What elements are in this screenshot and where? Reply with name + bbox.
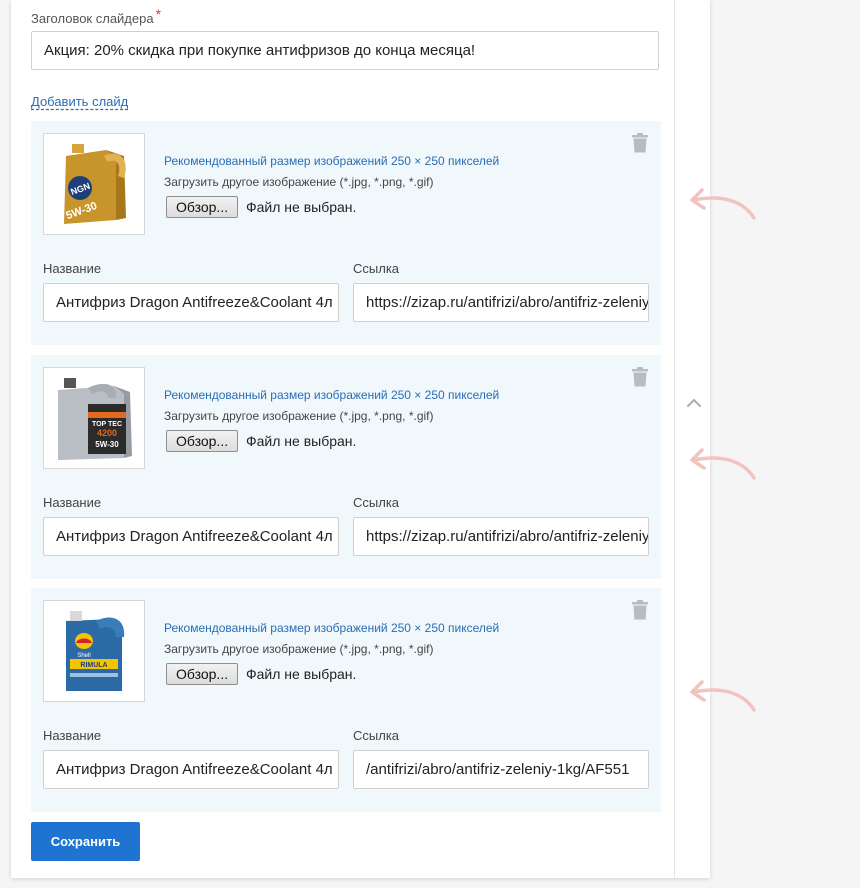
curved-arrow-icon — [690, 680, 756, 712]
required-mark: * — [155, 6, 162, 22]
slide-card-2: TOP TEC 4200 5W-30 Рекомендованный разме… — [31, 355, 661, 579]
link-field-label: Ссылка — [353, 261, 400, 276]
recommended-size-text: Рекомендованный размер изображений 250 ×… — [164, 154, 500, 168]
curved-arrow-icon — [690, 448, 756, 480]
name-input[interactable]: Антифриз Dragon Antifreeze&Coolant 4л — [43, 283, 339, 322]
recommended-size-text: Рекомендованный размер изображений 250 ×… — [164, 621, 500, 635]
trash-icon[interactable] — [632, 367, 648, 387]
panel-divider — [674, 0, 675, 878]
name-field-label: Название — [43, 261, 102, 276]
chevron-up-icon[interactable] — [685, 396, 703, 410]
browse-button[interactable]: Обзор... — [166, 196, 239, 218]
name-input[interactable]: Антифриз Dragon Antifreeze&Coolant 4л — [43, 750, 339, 789]
file-status-text: Файл не выбран. — [246, 433, 357, 449]
lm-top-text: TOP TEC — [92, 421, 122, 428]
link-input[interactable]: https://zizap.ru/antifrizi/abro/antifriz… — [353, 283, 649, 322]
shell-name-text: Shell — [77, 653, 90, 659]
file-status-text: Файл не выбран. — [246, 199, 357, 215]
ngn-oil-canister-icon: NGN 5W-30 — [44, 134, 144, 234]
trash-icon[interactable] — [632, 133, 648, 153]
name-field-label: Название — [43, 495, 102, 510]
curved-arrow-icon — [690, 188, 756, 220]
slide-image-2: TOP TEC 4200 5W-30 — [43, 367, 145, 469]
slider-title-label: Заголовок слайдера * — [31, 6, 161, 26]
link-field-label: Ссылка — [353, 728, 400, 743]
name-input[interactable]: Антифриз Dragon Antifreeze&Coolant 4л — [43, 517, 339, 556]
upload-hint-text: Загрузить другое изображение (*.jpg, *.p… — [164, 175, 434, 189]
upload-hint-text: Загрузить другое изображение (*.jpg, *.p… — [164, 409, 434, 423]
slider-title-input[interactable]: Акция: 20% скидка при покупке антифризов… — [31, 31, 659, 70]
add-slide-link[interactable]: Добавить слайд — [31, 94, 128, 109]
liqui-moly-oil-canister-icon: TOP TEC 4200 5W-30 — [44, 368, 144, 468]
slide-image-3: Shell RIMULA — [43, 600, 145, 702]
shell-oil-canister-icon: Shell RIMULA — [44, 601, 144, 701]
browse-button[interactable]: Обзор... — [166, 663, 239, 685]
slide-image-1: NGN 5W-30 — [43, 133, 145, 235]
save-button[interactable]: Сохранить — [31, 822, 140, 861]
slide-card-3: Shell RIMULA Рекомендованный размер изоб… — [31, 588, 661, 812]
slide-card-1: NGN 5W-30 Рекомендованный размер изображ… — [31, 121, 661, 345]
lm-grade-text: 5W-30 — [95, 440, 119, 449]
trash-icon[interactable] — [632, 600, 648, 620]
browse-button[interactable]: Обзор... — [166, 430, 239, 452]
file-status-text: Файл не выбран. — [246, 666, 357, 682]
slider-title-label-text: Заголовок слайдера — [31, 11, 154, 26]
link-input[interactable]: https://zizap.ru/antifrizi/abro/antifriz… — [353, 517, 649, 556]
name-field-label: Название — [43, 728, 102, 743]
shell-line-text: RIMULA — [80, 662, 107, 669]
recommended-size-text: Рекомендованный размер изображений 250 ×… — [164, 388, 500, 402]
upload-hint-text: Загрузить другое изображение (*.jpg, *.p… — [164, 642, 434, 656]
link-field-label: Ссылка — [353, 495, 400, 510]
link-input[interactable]: /antifrizi/abro/antifriz-zeleniy-1kg/AF5… — [353, 750, 649, 789]
lm-num-text: 4200 — [97, 428, 117, 438]
